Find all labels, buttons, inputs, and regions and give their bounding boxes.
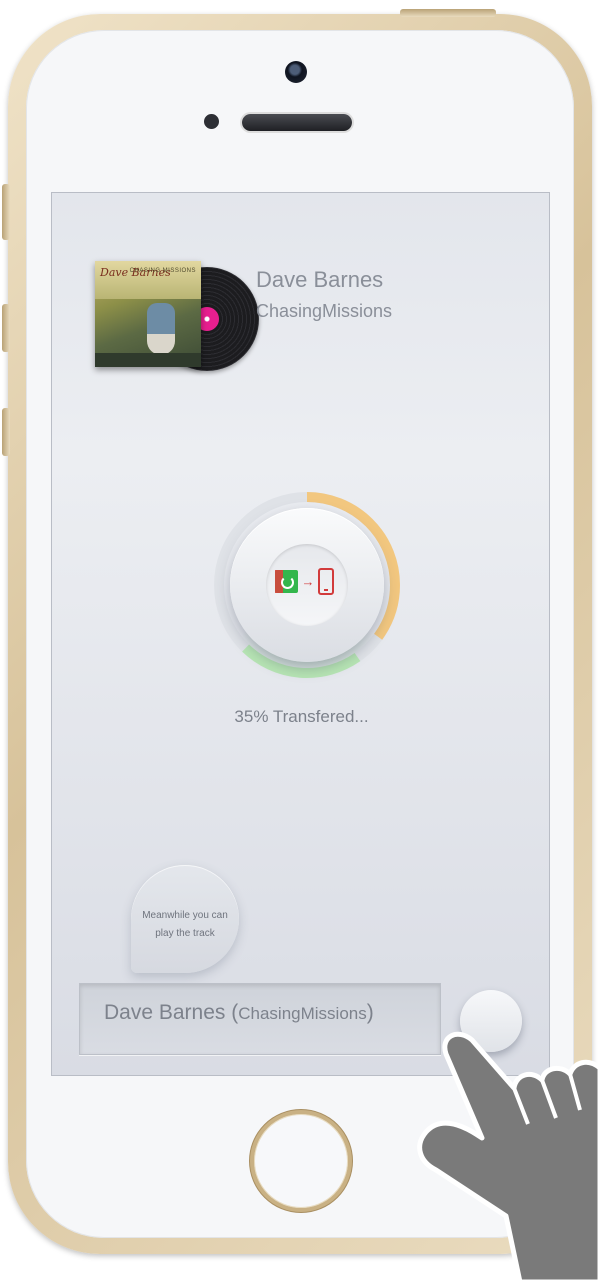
now-playing-text: Dave Barnes (ChasingMissions) bbox=[104, 1001, 374, 1024]
transfer-status: 35% Transfered... bbox=[234, 707, 369, 726]
volume-down-button bbox=[2, 408, 10, 456]
transfer-progress-ring: → bbox=[212, 490, 402, 680]
cover-album-text: CHASING MISSIONS bbox=[129, 268, 196, 274]
home-button-icon[interactable] bbox=[250, 1110, 352, 1212]
mute-switch bbox=[2, 184, 10, 240]
hand-pointer-icon bbox=[417, 1031, 600, 1282]
camera-icon bbox=[285, 61, 307, 83]
track-artist: Dave Barnes bbox=[256, 267, 384, 292]
transfer-icons: → bbox=[275, 568, 334, 595]
proximity-sensor bbox=[204, 114, 219, 129]
album-artwork: Dave Barnes CHASING MISSIONS bbox=[95, 261, 259, 371]
hint-text: Meanwhile you can play the track bbox=[142, 910, 228, 939]
speaker-grille-icon bbox=[242, 114, 352, 131]
album-cover: Dave Barnes CHASING MISSIONS bbox=[95, 261, 201, 367]
app-screen: Dave Barnes CHASING MISSIONS Dave Barnes… bbox=[51, 192, 550, 1076]
arrow-right-icon: → bbox=[301, 574, 315, 589]
track-album: ChasingMissions bbox=[256, 301, 393, 321]
volume-up-button bbox=[2, 304, 10, 352]
pc-icon bbox=[275, 570, 298, 593]
now-playing-bar[interactable]: Dave Barnes (ChasingMissions) bbox=[79, 983, 441, 1055]
power-button bbox=[400, 9, 496, 17]
phone-icon bbox=[318, 568, 334, 595]
hint-bubble: Meanwhile you can play the track bbox=[131, 865, 239, 973]
